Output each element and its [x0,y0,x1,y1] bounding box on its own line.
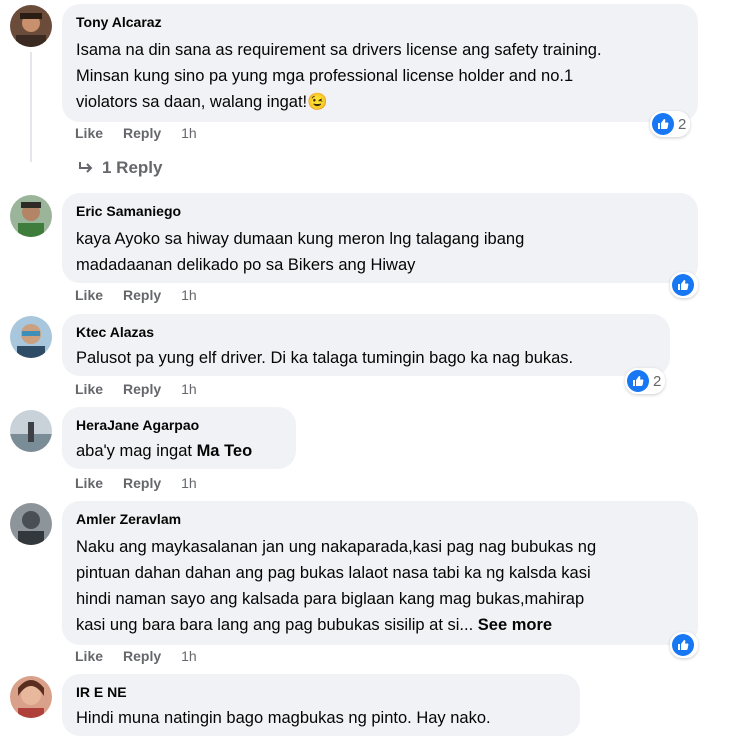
comment-author[interactable]: IR E NE [76,683,566,701]
comment-text: kaya Ayoko sa hiway dumaan kung meron ln… [76,230,525,274]
emoji: 😉 [307,93,328,111]
comment-bubble: Amler Zeravlam Naku ang maykasalanan jan… [62,501,698,645]
comment-author[interactable]: Ktec Alazas [76,323,656,341]
avatar[interactable] [10,195,52,237]
comment-author[interactable]: Amler Zeravlam [76,510,684,528]
like-button[interactable]: Like [75,381,103,397]
comment-bubble: IR E NE Hindi muna natingin bago magbuka… [62,674,580,736]
comment-bubble: Tony Alcaraz Isama na din sana as requir… [62,4,698,122]
view-replies-link[interactable]: 1 Reply [78,158,162,178]
reaction-summary[interactable]: 2 [650,111,691,137]
reply-button[interactable]: Reply [123,475,161,491]
timestamp[interactable]: 1h [181,648,197,664]
like-reaction-icon [627,370,649,392]
reply-arrow-icon [79,162,93,173]
timestamp[interactable]: 1h [181,475,197,491]
comment-text: aba'y mag ingat Ma Teo [76,438,282,464]
timestamp[interactable]: 1h [181,381,197,397]
reply-button[interactable]: Reply [123,381,161,397]
avatar[interactable] [10,676,52,718]
comment-actions: Like Reply 1h [75,475,217,491]
like-button[interactable]: Like [75,648,103,664]
like-reaction-icon [672,634,694,656]
like-button[interactable]: Like [75,287,103,303]
avatar[interactable] [10,503,52,545]
comment-actions: Like Reply 1h [75,125,217,141]
avatar[interactable] [10,410,52,452]
reaction-summary[interactable] [670,632,698,658]
thread-line [30,52,32,162]
comment-actions: Like Reply 1h [75,648,217,664]
comment-bubble: Eric Samaniego kaya Ayoko sa hiway dumaa… [62,193,698,283]
reply-button[interactable]: Reply [123,648,161,664]
comment-body: Isama na din sana as requirement sa driv… [76,41,602,111]
replies-count[interactable]: 1 Reply [102,158,162,178]
timestamp[interactable]: 1h [181,125,197,141]
comment-author[interactable]: Eric Samaniego [76,202,684,220]
mention-link[interactable]: Ma Teo [197,442,253,460]
timestamp[interactable]: 1h [181,287,197,303]
reaction-summary[interactable] [670,272,698,298]
like-reaction-icon [652,113,674,135]
comment-author[interactable]: Tony Alcaraz [76,13,684,31]
comment-text: Palusot pa yung elf driver. Di ka talaga… [76,349,574,367]
comment-bubble: Ktec Alazas Palusot pa yung elf driver. … [62,314,670,376]
comment-text: Hindi muna natingin bago magbukas ng pin… [76,709,491,727]
comment-author[interactable]: HeraJane Agarpao [76,416,282,434]
reaction-count: 2 [653,372,662,390]
reaction-count: 2 [678,115,687,133]
reply-button[interactable]: Reply [123,125,161,141]
like-button[interactable]: Like [75,125,103,141]
comment-actions: Like Reply 1h [75,381,217,397]
comment-text: Isama na din sana as requirement sa driv… [76,37,684,115]
reaction-summary[interactable]: 2 [625,368,666,394]
like-reaction-icon [672,274,694,296]
reply-button[interactable]: Reply [123,287,161,303]
avatar[interactable] [10,5,52,47]
avatar[interactable] [10,316,52,358]
comment-body: aba'y mag ingat [76,442,197,460]
see-more-link[interactable]: See more [478,616,552,634]
like-button[interactable]: Like [75,475,103,491]
comment-text: Naku ang maykasalanan jan ung nakaparada… [76,534,684,638]
comment-actions: Like Reply 1h [75,287,217,303]
comment-bubble: HeraJane Agarpao aba'y mag ingat Ma Teo [62,407,296,469]
